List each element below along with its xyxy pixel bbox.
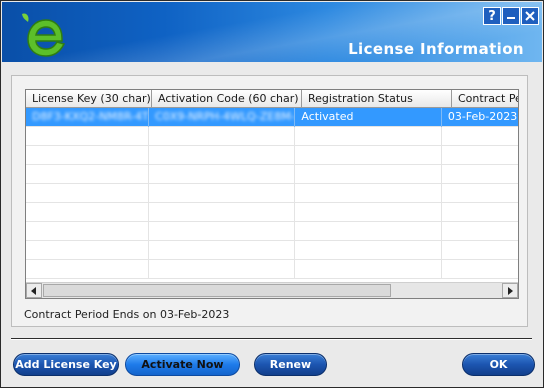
activation-code-value: C0X9-NRPH-4WLQ-ZE8M-2K <box>155 110 296 123</box>
help-icon: ? <box>488 8 496 24</box>
minimize-button[interactable] <box>502 7 520 25</box>
renew-button[interactable]: Renew <box>254 353 327 376</box>
close-icon <box>525 11 535 21</box>
empty-row <box>26 184 518 203</box>
horizontal-scrollbar[interactable] <box>26 282 518 298</box>
contract-end-text: Contract Period Ends on 03-Feb-2023 <box>24 308 230 321</box>
grid-rows: D8F3-KXQ2-NM8R-4T C0X9-NRPH-4WLQ-ZE8M-2K… <box>26 108 518 279</box>
activate-now-button[interactable]: Activate Now <box>125 353 240 376</box>
arrow-right-icon <box>508 286 513 295</box>
empty-row <box>26 260 518 279</box>
license-key-cell: D8F3-KXQ2-NM8R-4T <box>26 108 150 127</box>
arrow-left-icon <box>31 286 36 295</box>
scroll-thumb[interactable] <box>43 284 391 297</box>
help-button[interactable]: ? <box>483 7 501 25</box>
empty-row <box>26 241 518 260</box>
table-row[interactable]: D8F3-KXQ2-NM8R-4T C0X9-NRPH-4WLQ-ZE8M-2K… <box>26 108 518 127</box>
registration-status-cell: Activated <box>295 108 442 127</box>
scroll-left-button[interactable] <box>26 283 42 298</box>
minimize-icon <box>507 17 515 19</box>
column-activation-code[interactable]: Activation Code (60 char) <box>152 90 302 108</box>
add-license-key-button[interactable]: Add License Key <box>13 353 119 376</box>
empty-row <box>26 222 518 241</box>
empty-row <box>26 203 518 222</box>
divider <box>11 338 532 340</box>
window-title: License Information <box>348 40 524 58</box>
column-license-key[interactable]: License Key (30 char) <box>26 90 152 108</box>
column-contract-period[interactable]: Contract Period <box>452 90 518 108</box>
window-controls: ? <box>483 7 539 25</box>
scroll-right-button[interactable] <box>502 283 518 298</box>
e-logo-icon <box>22 13 66 57</box>
contract-period-cell: 03-Feb-2023 <box>442 108 518 127</box>
license-key-value: D8F3-KXQ2-NM8R-4T <box>32 110 149 123</box>
license-panel: License Key (30 char) Activation Code (6… <box>11 75 528 327</box>
close-button[interactable] <box>521 7 539 25</box>
column-registration-status[interactable]: Registration Status <box>302 90 452 108</box>
license-grid: License Key (30 char) Activation Code (6… <box>25 89 519 299</box>
ok-button[interactable]: OK <box>462 353 535 376</box>
license-window: ? License Information License Key (30 ch… <box>0 0 544 388</box>
empty-row <box>26 165 518 184</box>
grid-header: License Key (30 char) Activation Code (6… <box>26 90 518 108</box>
header-banner: ? License Information <box>2 2 542 62</box>
activation-code-cell: C0X9-NRPH-4WLQ-ZE8M-2K <box>149 108 296 127</box>
empty-row <box>26 127 518 146</box>
empty-row <box>26 146 518 165</box>
